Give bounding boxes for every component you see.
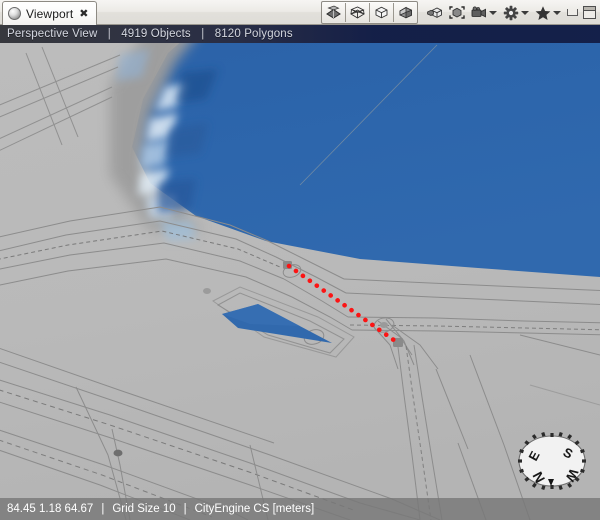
view-mode-label: Perspective View (7, 28, 98, 40)
citiyengine-viewport-window: Viewport ✖ E S W N Perspective View | 49… (0, 0, 600, 520)
info-separator-2: | (201, 28, 205, 40)
frame-selection-icon[interactable] (446, 2, 468, 23)
tab-viewport[interactable]: Viewport ✖ (2, 1, 97, 25)
grid-size-label: Grid Size 10 (112, 503, 176, 515)
sphere-icon (8, 7, 21, 20)
viewport-toolbar (321, 1, 598, 24)
status-separator-1: | (101, 503, 105, 515)
status-bar: 84.45 1.18 64.67 | Grid Size 10 | CityEn… (0, 498, 600, 520)
viewport-3d-scene[interactable]: E S W N (0, 25, 600, 520)
camera-icon[interactable] (468, 2, 490, 23)
shading-mode-group (321, 1, 418, 24)
info-bar-content: Perspective View | 4919 Objects | 8120 P… (7, 28, 293, 40)
object-count-label: 4919 Objects (121, 28, 191, 40)
maximize-restore-button[interactable] (581, 3, 598, 22)
scene-render (0, 25, 600, 520)
gear-icon[interactable] (500, 2, 522, 23)
textured-icon[interactable] (394, 3, 417, 22)
viewport-info-bar: Perspective View | 4919 Objects | 8120 P… (0, 25, 600, 43)
tab-bar: Viewport ✖ (0, 0, 600, 25)
coordinates-label: 84.45 1.18 64.67 (7, 503, 94, 515)
minimize-button[interactable] (564, 3, 581, 22)
camera-dropdown-caret-icon[interactable] (488, 2, 498, 23)
polygon-count-label: 8120 Polygons (214, 28, 293, 40)
info-separator-1: | (107, 28, 111, 40)
close-icon[interactable]: ✖ (79, 8, 88, 19)
isolate-selection-icon[interactable] (424, 2, 446, 23)
tab-viewport-label: Viewport (26, 6, 74, 21)
wireframe-shaded-icon[interactable] (322, 3, 346, 22)
navigation-compass[interactable]: E S W N (514, 430, 590, 492)
gear-dropdown-caret-icon[interactable] (520, 2, 530, 23)
star-icon[interactable] (532, 2, 554, 23)
star-dropdown-caret-icon[interactable] (552, 2, 562, 23)
shaded-icon[interactable] (370, 3, 394, 22)
wireframe-icon[interactable] (346, 3, 370, 22)
coordinate-system-label: CityEngine CS [meters] (194, 503, 315, 515)
status-separator-2: | (183, 503, 187, 515)
water-body (110, 25, 600, 277)
